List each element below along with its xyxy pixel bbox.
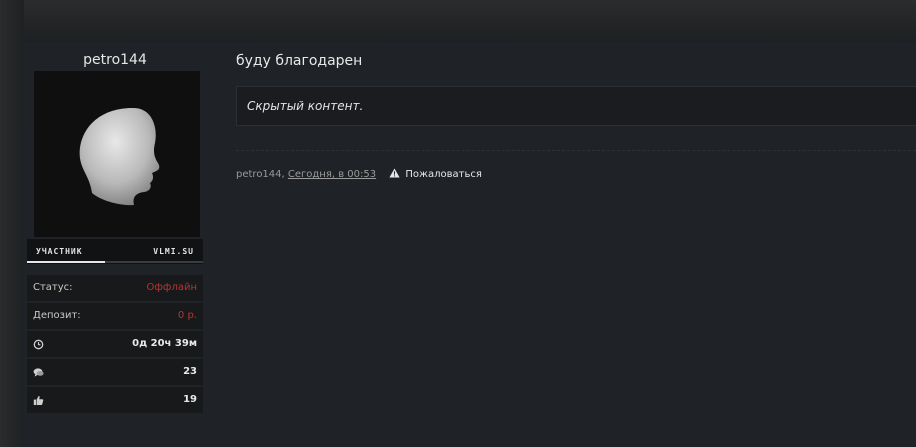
post-title: буду благодарен: [236, 53, 363, 69]
warning-icon: [389, 168, 400, 178]
clock-icon: [33, 339, 44, 350]
likes-count: 19: [183, 394, 197, 405]
status-value: Оффлайн: [146, 282, 197, 293]
deposit-value: 0 р.: [177, 310, 197, 321]
messages-count: 23: [183, 366, 197, 377]
hidden-content-box: Скрытый контент.: [236, 86, 916, 126]
meta-author[interactable]: petro144,: [236, 169, 285, 180]
rank-underline-track: [105, 261, 203, 263]
stat-row-status: Статус: Оффлайн: [27, 275, 203, 303]
report-label: Пожаловаться: [405, 169, 482, 180]
author-username[interactable]: petro144: [27, 52, 203, 68]
user-stats: Статус: Оффлайн Депозит: 0 р. 0д 20ч 39м: [27, 275, 203, 415]
stat-row-likes: 19: [27, 387, 203, 415]
message-post: petro144 УЧАСТНИК VLMI.SU Статус: Оффлай…: [24, 42, 916, 447]
status-label: Статус:: [33, 282, 73, 293]
head-silhouette-icon: [79, 107, 160, 206]
thumbs-up-icon: [33, 396, 44, 405]
user-rank-bar: УЧАСТНИК VLMI.SU: [27, 239, 203, 264]
online-time-value: 0д 20ч 39м: [132, 338, 197, 349]
post-date-link[interactable]: Сегодня, в 00:53: [288, 169, 376, 180]
site-badge: VLMI.SU: [153, 247, 194, 256]
post-meta: petro144, Сегодня, в 00:53 Пожаловаться: [236, 168, 482, 180]
stat-row-deposit: Депозит: 0 р.: [27, 303, 203, 331]
hidden-content-text: Скрытый контент.: [247, 99, 364, 113]
rank-title: УЧАСТНИК: [36, 247, 83, 256]
left-edge-strip: [0, 0, 24, 447]
rank-active-underline: [27, 261, 105, 263]
deposit-label: Депозит:: [33, 310, 81, 321]
stat-row-online-time: 0д 20ч 39м: [27, 331, 203, 359]
chat-icon: [33, 368, 44, 377]
header-band: [0, 0, 916, 42]
report-button[interactable]: Пожаловаться: [389, 168, 482, 180]
avatar[interactable]: [34, 71, 200, 237]
post-divider: [236, 150, 916, 151]
stat-row-messages: 23: [27, 359, 203, 387]
